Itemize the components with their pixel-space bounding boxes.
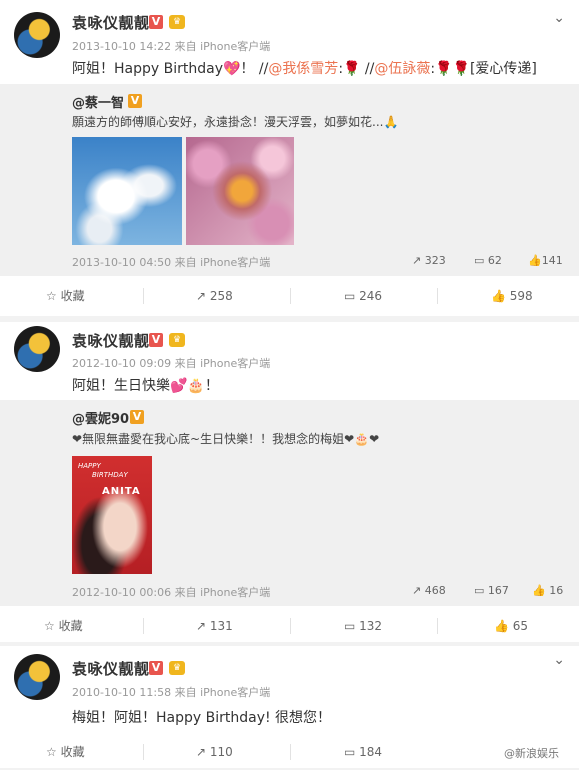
avatar[interactable] <box>14 326 60 372</box>
divider <box>290 618 291 634</box>
crown-icon: ♛ <box>169 661 185 675</box>
quoted-text: 願遠方的師傅順心安好，永遠掛念！漫天浮雲，如夢如花...🙏 <box>72 115 399 129</box>
post-text: 梅姐！阿姐！Happy Birthday! 很想您！ <box>72 710 332 726</box>
quoted-like[interactable]: 👍 16 <box>532 584 563 597</box>
post-text: 阿姐！Happy Birthday💖！ //@我係雪芳:🌹 //@伍詠薇:🌹🌹[… <box>72 58 537 78</box>
quoted-text: ❤無限無盡愛在我心底~生日快樂！！我想念的梅姐❤🎂❤ <box>72 432 380 446</box>
star-icon: ☆ <box>46 289 61 303</box>
repost-button[interactable]: ↗ 131 <box>196 608 233 644</box>
divider <box>290 744 291 760</box>
repost-icon: ↗ <box>196 289 210 303</box>
verified-badge-icon: V <box>128 94 142 108</box>
verified-badge-icon: V <box>149 661 163 675</box>
divider <box>290 288 291 304</box>
poster-name: ANITA <box>102 486 141 497</box>
divider <box>143 288 144 304</box>
flower-image[interactable] <box>186 137 294 245</box>
comment-icon: ▭ <box>344 619 360 633</box>
comment-icon: ▭ <box>344 289 360 303</box>
post-meta: 2013-10-10 14:22 来自 iPhone客户端 <box>72 40 271 53</box>
comment-button[interactable]: ▭ 132 <box>344 608 382 644</box>
post-text-after: ！ // <box>240 61 269 77</box>
rose-emoji: :🌹🌹[爱心传递] <box>430 61 537 77</box>
birthday-poster-image[interactable]: HAPPY BIRTHDAY ANITA <box>72 456 152 574</box>
sky-image[interactable] <box>72 137 182 245</box>
avatar[interactable] <box>14 12 60 58</box>
post-card: 袁咏仪靓靓 V ♛ ⌄ 2013-10-10 14:22 来自 iPhone客户… <box>0 0 579 316</box>
quoted-post[interactable]: @雲妮903 V ❤無限無盡愛在我心底~生日快樂！！我想念的梅姐❤🎂❤ HAPP… <box>0 400 579 606</box>
verified-badge-icon: V <box>149 15 163 29</box>
favorite-button[interactable]: ☆ 收藏 <box>44 608 83 644</box>
quoted-repost[interactable]: ↗ 468 <box>412 584 446 597</box>
mention-link[interactable]: @伍詠薇 <box>374 61 430 77</box>
watermark: @新浪娱乐 <box>504 747 559 760</box>
divider <box>437 618 438 634</box>
username[interactable]: 袁咏仪靓靓 <box>72 12 150 33</box>
post-meta: 2012-10-10 09:09 来自 iPhone客户端 <box>72 357 271 370</box>
avatar[interactable] <box>14 654 60 700</box>
repost-button[interactable]: ↗ 110 <box>196 734 233 770</box>
comment-icon: ▭ <box>344 745 360 759</box>
username[interactable]: 袁咏仪靓靓 <box>72 330 150 351</box>
action-bar: ☆ 收藏 ↗ 110 ▭ 184 <box>0 734 579 770</box>
divider <box>437 288 438 304</box>
quoted-username[interactable]: @蔡一智 <box>72 92 124 111</box>
star-icon: ☆ <box>46 745 61 759</box>
post-text-plain: 阿姐！Happy Birthday <box>72 61 223 77</box>
action-bar: ☆ 收藏 ↗ 131 ▭ 132 👍 65 <box>0 608 579 644</box>
repost-icon: ↗ <box>412 254 425 267</box>
chevron-down-icon[interactable]: ⌄ <box>553 10 565 26</box>
verified-badge-icon: V <box>149 333 163 347</box>
quoted-repost[interactable]: ↗ 323 <box>412 254 446 267</box>
poster-text: HAPPY <box>78 462 101 470</box>
quoted-post[interactable]: @蔡一智 V 願遠方的師傅順心安好，永遠掛念！漫天浮雲，如夢如花...🙏 201… <box>0 84 579 276</box>
quoted-meta: 2012-10-10 00:06 来自 iPhone客户端 <box>72 586 271 599</box>
divider <box>143 744 144 760</box>
post-meta: 2010-10-10 11:58 来自 iPhone客户端 <box>72 686 271 699</box>
repost-icon: ↗ <box>196 745 210 759</box>
quoted-comment[interactable]: ▭ 167 <box>474 584 509 597</box>
action-bar: ☆ 收藏 ↗ 258 ▭ 246 👍 598 <box>0 278 579 314</box>
favorite-button[interactable]: ☆ 收藏 <box>46 734 85 770</box>
crown-icon: ♛ <box>169 333 185 347</box>
comment-button[interactable]: ▭ 184 <box>344 734 382 770</box>
thumbs-up-icon: 👍 <box>528 254 542 267</box>
like-button[interactable]: 👍 65 <box>494 608 528 644</box>
heart-emoji-icon: 💖 <box>222 61 241 77</box>
post-card: 袁咏仪靓靓 V ♛ ⌄ 2010-10-10 11:58 来自 iPhone客户… <box>0 646 579 768</box>
repost-icon: ↗ <box>196 619 210 633</box>
divider <box>143 618 144 634</box>
verified-badge-icon: V <box>130 410 144 424</box>
star-icon: ☆ <box>44 619 59 633</box>
repost-button[interactable]: ↗ 258 <box>196 278 233 314</box>
like-button[interactable]: 👍 598 <box>491 278 533 314</box>
comment-button[interactable]: ▭ 246 <box>344 278 382 314</box>
quoted-comment[interactable]: ▭ 62 <box>474 254 502 267</box>
thumbs-up-icon: 👍 <box>494 619 513 633</box>
rose-emoji: :🌹 // <box>338 61 375 77</box>
mention-link[interactable]: @我係雪芳 <box>268 61 338 77</box>
crown-icon: ♛ <box>169 15 185 29</box>
thumbs-up-icon: 👍 <box>532 584 550 597</box>
username[interactable]: 袁咏仪靓靓 <box>72 658 150 679</box>
post-card: 袁咏仪靓靓 V ♛ 2012-10-10 09:09 来自 iPhone客户端 … <box>0 322 579 642</box>
quoted-meta: 2013-10-10 04:50 来自 iPhone客户端 <box>72 256 271 269</box>
chevron-down-icon[interactable]: ⌄ <box>553 652 565 668</box>
quoted-like[interactable]: 👍141 <box>528 254 563 267</box>
comment-icon: ▭ <box>474 584 488 597</box>
post-text: 阿姐！生日快樂💕🎂！ <box>72 378 219 394</box>
favorite-button[interactable]: ☆ 收藏 <box>46 278 85 314</box>
quoted-username[interactable]: @雲妮903 <box>72 408 138 427</box>
thumbs-up-icon: 👍 <box>491 289 510 303</box>
comment-icon: ▭ <box>474 254 488 267</box>
repost-icon: ↗ <box>412 584 425 597</box>
poster-text: BIRTHDAY <box>92 471 128 479</box>
